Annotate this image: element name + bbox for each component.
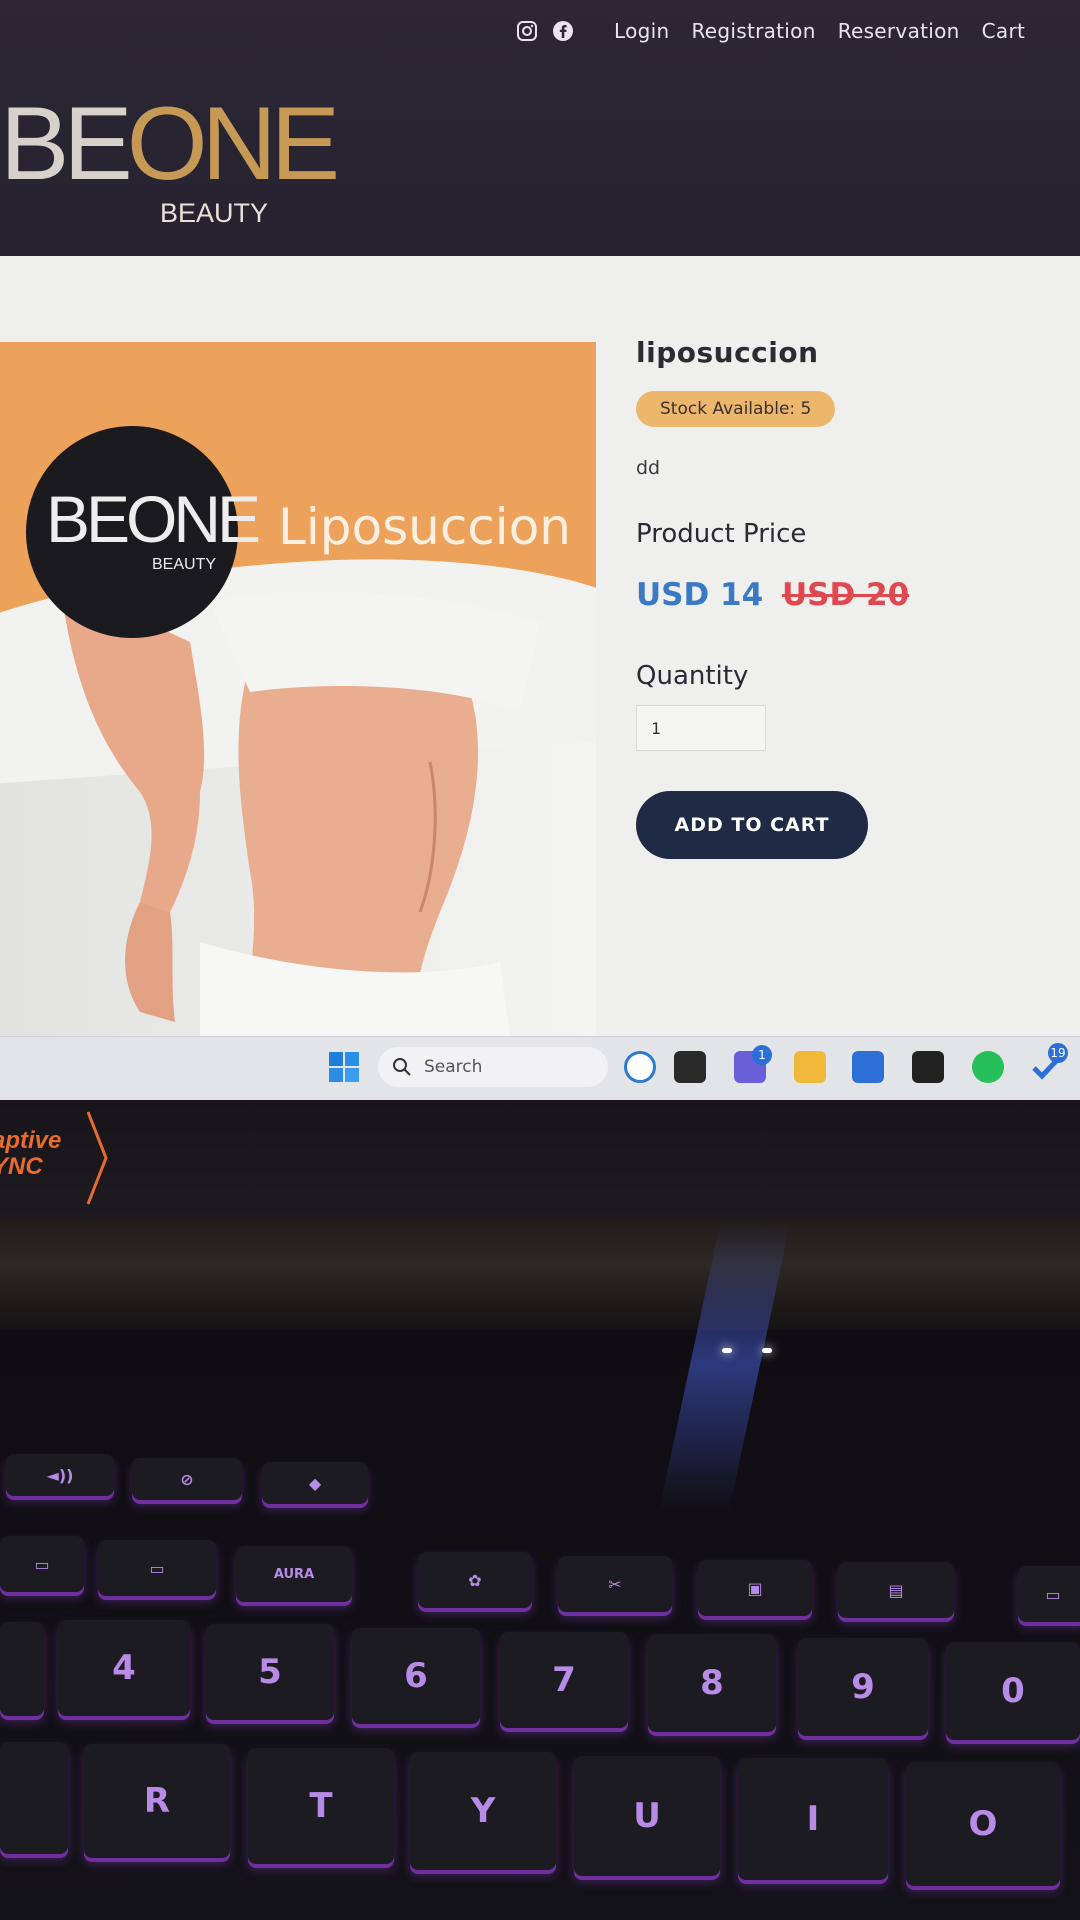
chat-badge: 1 bbox=[752, 1045, 772, 1065]
f-key[interactable]: ▭ bbox=[0, 1536, 84, 1592]
status-led bbox=[762, 1348, 772, 1353]
bezel-line-1: aptive bbox=[0, 1127, 62, 1154]
key-4[interactable]: 4 bbox=[58, 1620, 190, 1716]
display-mode-key[interactable]: ▤ bbox=[838, 1562, 954, 1618]
quantity-label: Quantity bbox=[636, 661, 749, 691]
price-label: Product Price bbox=[636, 519, 807, 549]
bezel-branding: aptive YNC bbox=[0, 1128, 61, 1180]
f-key[interactable]: ▭ bbox=[98, 1540, 216, 1596]
top-navigation: Login Registration Reservation Cart bbox=[516, 16, 1047, 46]
key-e[interactable] bbox=[0, 1742, 68, 1854]
product-image: BEONE BEAUTY Liposuccion bbox=[0, 342, 596, 1036]
nav-cart[interactable]: Cart bbox=[982, 19, 1026, 43]
snip-key[interactable]: ✂ bbox=[558, 1556, 672, 1612]
product-name: liposuccion bbox=[636, 336, 819, 369]
key-y-label: Y bbox=[470, 1791, 496, 1831]
volume-key[interactable]: ◄)) bbox=[6, 1454, 114, 1496]
key-i-label: I bbox=[806, 1799, 820, 1839]
social-links bbox=[516, 20, 574, 42]
key-0[interactable]: 0 bbox=[946, 1642, 1080, 1740]
key-7[interactable]: 7 bbox=[500, 1632, 628, 1728]
nav-registration[interactable]: Registration bbox=[691, 19, 815, 43]
laptop-bezel bbox=[0, 1100, 1080, 1220]
key-7-label: 7 bbox=[552, 1660, 576, 1700]
task-view-icon[interactable] bbox=[674, 1051, 706, 1083]
key-5-label: 5 bbox=[258, 1652, 282, 1692]
browser-screen: Login Registration Reservation Cart BEON… bbox=[0, 0, 1080, 1100]
stock-badge: Stock Available: 5 bbox=[636, 391, 836, 427]
display-key[interactable]: ▣ bbox=[698, 1560, 812, 1616]
key-8[interactable]: 8 bbox=[648, 1634, 776, 1732]
logo-subtitle: BEAUTY bbox=[160, 198, 269, 228]
search-icon bbox=[392, 1057, 412, 1077]
product-description: dd bbox=[636, 457, 661, 479]
nav-reservation[interactable]: Reservation bbox=[838, 19, 960, 43]
app-icon[interactable] bbox=[912, 1051, 944, 1083]
instagram-icon[interactable] bbox=[516, 20, 538, 42]
key-9-label: 9 bbox=[851, 1667, 875, 1707]
key-6-label: 6 bbox=[404, 1656, 428, 1696]
rog-key[interactable]: ◆ bbox=[262, 1462, 368, 1504]
original-price: USD 20 bbox=[781, 577, 910, 613]
bezel-line-2: YNC bbox=[0, 1153, 43, 1180]
badge-logo-subtitle: BEAUTY bbox=[152, 556, 217, 573]
mic-mute-key[interactable]: ⊘ bbox=[132, 1458, 242, 1500]
laptop-hinge bbox=[0, 1220, 1080, 1330]
model-torso-illustration bbox=[60, 582, 540, 1036]
key-8-label: 8 bbox=[700, 1663, 724, 1703]
site-header: Login Registration Reservation Cart BEON… bbox=[0, 0, 1080, 256]
key-9[interactable]: 9 bbox=[798, 1638, 928, 1736]
status-led bbox=[722, 1348, 732, 1353]
windows-taskbar: Search 1 19 bbox=[0, 1036, 1080, 1100]
key-r[interactable]: R bbox=[84, 1744, 230, 1858]
price-row: USD 14 USD 20 bbox=[636, 577, 1056, 613]
badge-logo-wordmark: BEONE bbox=[46, 482, 261, 556]
key-5[interactable]: 5 bbox=[206, 1624, 334, 1720]
product-details: liposuccion Stock Available: 5 dd Produc… bbox=[636, 336, 1056, 859]
fan-key[interactable]: ✿ bbox=[418, 1552, 532, 1608]
key-t-label: T bbox=[309, 1786, 333, 1826]
facebook-icon[interactable] bbox=[552, 20, 574, 42]
store-icon[interactable] bbox=[852, 1051, 884, 1083]
key-r-label: R bbox=[143, 1781, 171, 1821]
aura-key[interactable]: AURA bbox=[236, 1546, 352, 1602]
logo-wordmark: BEONE bbox=[0, 86, 340, 202]
f-key[interactable]: ▭ bbox=[1018, 1566, 1080, 1622]
nav-login[interactable]: Login bbox=[614, 19, 669, 43]
file-explorer-icon[interactable] bbox=[794, 1051, 826, 1083]
product-page: BEONE BEAUTY Liposuccion liposuccion Sto… bbox=[0, 256, 1080, 1036]
bing-icon[interactable] bbox=[624, 1051, 656, 1083]
key-4-label: 4 bbox=[112, 1648, 136, 1688]
windows-start-icon[interactable] bbox=[328, 1051, 360, 1083]
key-u-label: U bbox=[633, 1796, 661, 1836]
current-price: USD 14 bbox=[636, 577, 764, 613]
key-i[interactable]: I bbox=[738, 1758, 888, 1880]
add-to-cart-button[interactable]: ADD TO CART bbox=[636, 791, 868, 859]
key-o-label: O bbox=[968, 1804, 998, 1844]
quantity-input[interactable] bbox=[636, 705, 766, 751]
badge-logo: BEONE BEAUTY bbox=[26, 426, 261, 638]
key-y[interactable]: Y bbox=[410, 1752, 556, 1870]
whatsapp-icon[interactable] bbox=[972, 1051, 1004, 1083]
key-6[interactable]: 6 bbox=[352, 1628, 480, 1724]
bezel-accent bbox=[86, 1111, 108, 1205]
image-title: Liposuccion bbox=[278, 498, 571, 556]
taskbar-search[interactable]: Search bbox=[378, 1047, 608, 1087]
site-logo[interactable]: BEONE BEAUTY bbox=[0, 92, 340, 232]
key-u[interactable]: U bbox=[574, 1756, 720, 1876]
todo-badge: 19 bbox=[1048, 1043, 1068, 1063]
key[interactable] bbox=[0, 1622, 44, 1716]
key-t[interactable]: T bbox=[248, 1748, 394, 1864]
search-placeholder: Search bbox=[424, 1057, 483, 1077]
key-0-label: 0 bbox=[1001, 1671, 1025, 1711]
key-o[interactable]: O bbox=[906, 1762, 1060, 1886]
